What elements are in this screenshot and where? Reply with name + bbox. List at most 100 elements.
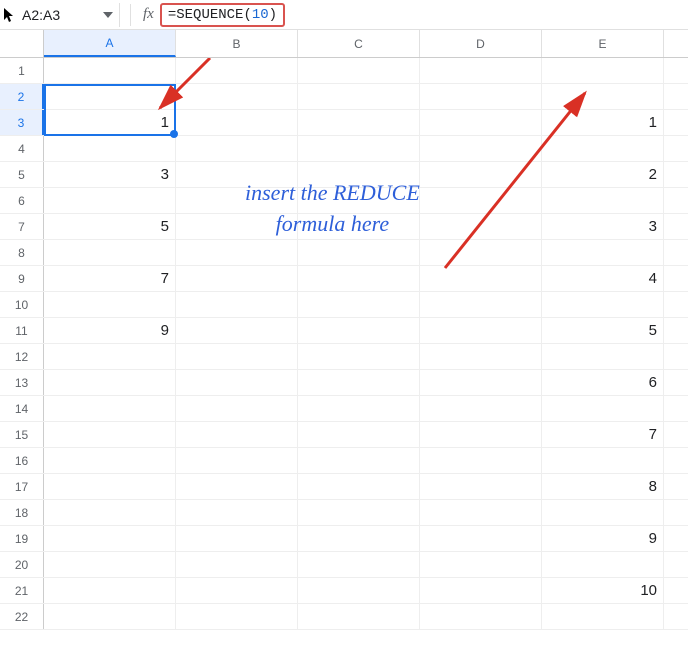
cell-A20[interactable]: [44, 552, 176, 577]
cell-D3[interactable]: [420, 110, 542, 135]
cell-E12[interactable]: [542, 344, 664, 369]
cell-E18[interactable]: [542, 500, 664, 525]
row-header[interactable]: 15: [0, 422, 44, 447]
cell-D4[interactable]: [420, 136, 542, 161]
cell-B22[interactable]: [176, 604, 298, 629]
row-header[interactable]: 18: [0, 500, 44, 525]
cell-C17[interactable]: [298, 474, 420, 499]
cell-D6[interactable]: [420, 188, 542, 213]
cell-A6[interactable]: [44, 188, 176, 213]
cell-A8[interactable]: [44, 240, 176, 265]
cell-E10[interactable]: [542, 292, 664, 317]
cell-E16[interactable]: [542, 448, 664, 473]
select-all-corner[interactable]: [0, 30, 44, 57]
cell-A17[interactable]: [44, 474, 176, 499]
cell-E22[interactable]: [542, 604, 664, 629]
row-header[interactable]: 5: [0, 162, 44, 187]
cell-E3[interactable]: 1: [542, 110, 664, 135]
cell-E4[interactable]: [542, 136, 664, 161]
cell-A5[interactable]: 3: [44, 162, 176, 187]
cell-D19[interactable]: [420, 526, 542, 551]
cell-D7[interactable]: [420, 214, 542, 239]
cell-A7[interactable]: 5: [44, 214, 176, 239]
col-header-D[interactable]: D: [420, 30, 542, 57]
cell-B7[interactable]: [176, 214, 298, 239]
cell-A19[interactable]: [44, 526, 176, 551]
cell-C4[interactable]: [298, 136, 420, 161]
col-header-E[interactable]: E: [542, 30, 664, 57]
cell-C8[interactable]: [298, 240, 420, 265]
name-box[interactable]: A2:A3: [16, 3, 96, 27]
cell-D10[interactable]: [420, 292, 542, 317]
cell-A14[interactable]: [44, 396, 176, 421]
cell-B15[interactable]: [176, 422, 298, 447]
cell-D12[interactable]: [420, 344, 542, 369]
cell-E2[interactable]: [542, 84, 664, 109]
cell-B17[interactable]: [176, 474, 298, 499]
cell-A9[interactable]: 7: [44, 266, 176, 291]
cell-B3[interactable]: [176, 110, 298, 135]
cell-B6[interactable]: [176, 188, 298, 213]
cell-C15[interactable]: [298, 422, 420, 447]
cell-C9[interactable]: [298, 266, 420, 291]
cell-A1[interactable]: [44, 58, 176, 83]
cell-E7[interactable]: 3: [542, 214, 664, 239]
cell-C13[interactable]: [298, 370, 420, 395]
row-header[interactable]: 3: [0, 110, 44, 135]
cell-D1[interactable]: [420, 58, 542, 83]
cell-A16[interactable]: [44, 448, 176, 473]
cell-E14[interactable]: [542, 396, 664, 421]
cell-E5[interactable]: 2: [542, 162, 664, 187]
cell-C20[interactable]: [298, 552, 420, 577]
row-header[interactable]: 16: [0, 448, 44, 473]
cell-A15[interactable]: [44, 422, 176, 447]
cell-C16[interactable]: [298, 448, 420, 473]
cell-E17[interactable]: 8: [542, 474, 664, 499]
cell-C21[interactable]: [298, 578, 420, 603]
cell-C1[interactable]: [298, 58, 420, 83]
cell-B4[interactable]: [176, 136, 298, 161]
cell-B10[interactable]: [176, 292, 298, 317]
cell-C5[interactable]: [298, 162, 420, 187]
cell-B12[interactable]: [176, 344, 298, 369]
cell-D8[interactable]: [420, 240, 542, 265]
cell-E8[interactable]: [542, 240, 664, 265]
name-box-dropdown[interactable]: [96, 3, 120, 27]
cell-E11[interactable]: 5: [542, 318, 664, 343]
cell-A12[interactable]: [44, 344, 176, 369]
cell-B18[interactable]: [176, 500, 298, 525]
cell-A13[interactable]: [44, 370, 176, 395]
cell-D22[interactable]: [420, 604, 542, 629]
cell-D5[interactable]: [420, 162, 542, 187]
cell-D21[interactable]: [420, 578, 542, 603]
cell-E13[interactable]: 6: [542, 370, 664, 395]
row-header[interactable]: 12: [0, 344, 44, 369]
cell-D2[interactable]: [420, 84, 542, 109]
cell-D11[interactable]: [420, 318, 542, 343]
cell-B1[interactable]: [176, 58, 298, 83]
cell-E19[interactable]: 9: [542, 526, 664, 551]
cell-B5[interactable]: [176, 162, 298, 187]
cell-B8[interactable]: [176, 240, 298, 265]
cell-D16[interactable]: [420, 448, 542, 473]
cell-C11[interactable]: [298, 318, 420, 343]
cell-C19[interactable]: [298, 526, 420, 551]
cell-E9[interactable]: 4: [542, 266, 664, 291]
cell-A21[interactable]: [44, 578, 176, 603]
cell-B20[interactable]: [176, 552, 298, 577]
row-header[interactable]: 11: [0, 318, 44, 343]
row-header[interactable]: 4: [0, 136, 44, 161]
col-header-C[interactable]: C: [298, 30, 420, 57]
cell-D13[interactable]: [420, 370, 542, 395]
cell-B11[interactable]: [176, 318, 298, 343]
cell-A2[interactable]: [44, 84, 176, 109]
row-header[interactable]: 13: [0, 370, 44, 395]
cell-B13[interactable]: [176, 370, 298, 395]
cell-A4[interactable]: [44, 136, 176, 161]
cell-C2[interactable]: [298, 84, 420, 109]
cell-B9[interactable]: [176, 266, 298, 291]
row-header[interactable]: 17: [0, 474, 44, 499]
cell-E6[interactable]: [542, 188, 664, 213]
cell-D18[interactable]: [420, 500, 542, 525]
cell-B2[interactable]: [176, 84, 298, 109]
